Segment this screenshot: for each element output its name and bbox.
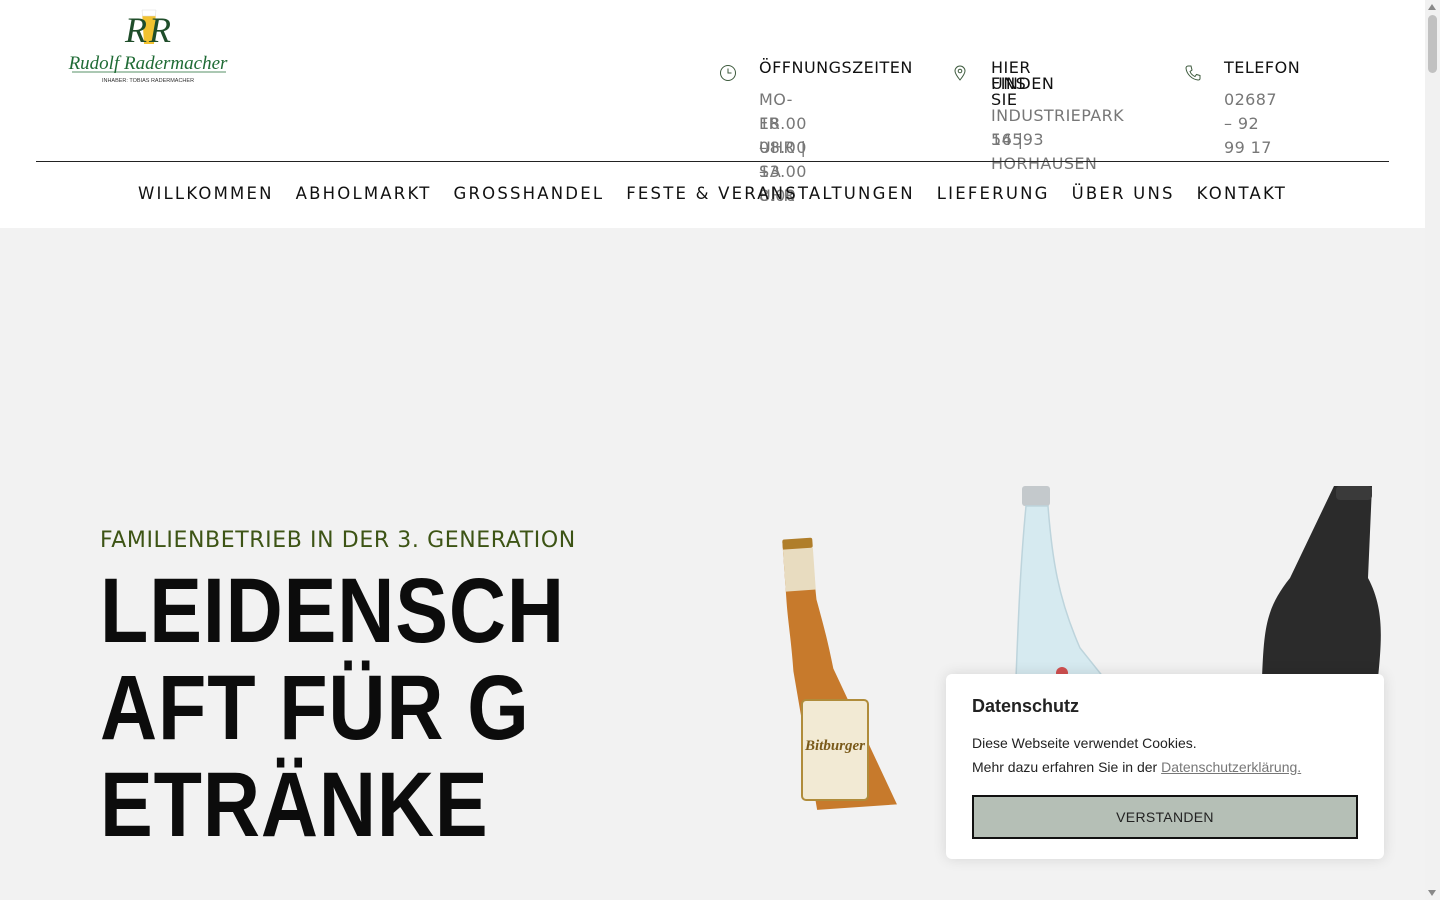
accept-cookies-button[interactable]: VERSTANDEN [972,795,1358,839]
main-nav: WILLKOMMEN ABHOLMARKT GROSSHANDEL FESTE … [0,183,1425,205]
phone-icon [1185,65,1201,81]
nav-item-kontakt[interactable]: KONTAKT [1197,183,1287,205]
cookie-text: Diese Webseite verwendet Cookies. [972,735,1197,751]
map-pin-icon [954,65,966,81]
site-header: RR Rudolf Radermacher INHABER: TOBIAS RA… [0,0,1425,228]
header-divider [36,161,1389,162]
beer-label-text: Bitburger [804,738,865,754]
beer-bottle: Bitburger [782,537,897,810]
privacy-policy-link[interactable]: Datenschutzerklärung. [1161,759,1301,775]
hero-kicker: FAMILIENBETRIEB IN DER 3. GENERATION [100,528,576,553]
nav-item-lieferung[interactable]: LIEFERUNG [937,183,1050,205]
cookie-title: Datenschutz [972,696,1080,716]
clock-icon [720,65,736,81]
cookie-more-info-text: Mehr dazu erfahren Sie in der [972,759,1158,775]
address-line: 56593 HORHAUSEN [991,130,1098,173]
opening-hours-title: ÖFFNUNGSZEITEN [759,58,913,77]
cookie-consent-dialog: Datenschutz Diese Webseite verwendet Coo… [946,674,1384,859]
page: RR Rudolf Radermacher INHABER: TOBIAS RA… [0,0,1425,900]
scrollbar-thumb[interactable] [1428,15,1437,73]
nav-item-abholmarkt[interactable]: ABHOLMARKT [296,183,432,205]
logo-name: Rudolf Radermacher [68,53,228,74]
hero-headline: LEIDENSCHAFT FÜR GETRÄNKE [100,560,565,856]
location-title: UNS [991,74,1027,93]
nav-item-grosshandel[interactable]: GROSSHANDEL [453,183,604,205]
water-bottle [1015,486,1106,679]
site-logo[interactable]: RR Rudolf Radermacher INHABER: TOBIAS RA… [64,6,232,88]
phone-number[interactable]: 02687 – 92 99 17 [1224,88,1277,160]
phone-title: TELEFON [1224,58,1301,77]
cookie-more-info: Mehr dazu erfahren Sie in der Datenschut… [972,759,1301,775]
logo-subline: INHABER: TOBIAS RADERMACHER [102,78,194,84]
page-scrollbar[interactable] [1425,0,1440,900]
nav-item-ueber-uns[interactable]: ÜBER UNS [1072,183,1175,205]
scroll-down-arrow-icon[interactable] [1428,890,1436,896]
wine-bottle [1262,486,1381,678]
logo-monogram: RR [124,10,173,50]
nav-item-willkommen[interactable]: WILLKOMMEN [138,183,274,205]
nav-item-feste[interactable]: FESTE & VERANSTALTUNGEN [626,183,915,205]
scroll-up-arrow-icon[interactable] [1428,4,1436,10]
